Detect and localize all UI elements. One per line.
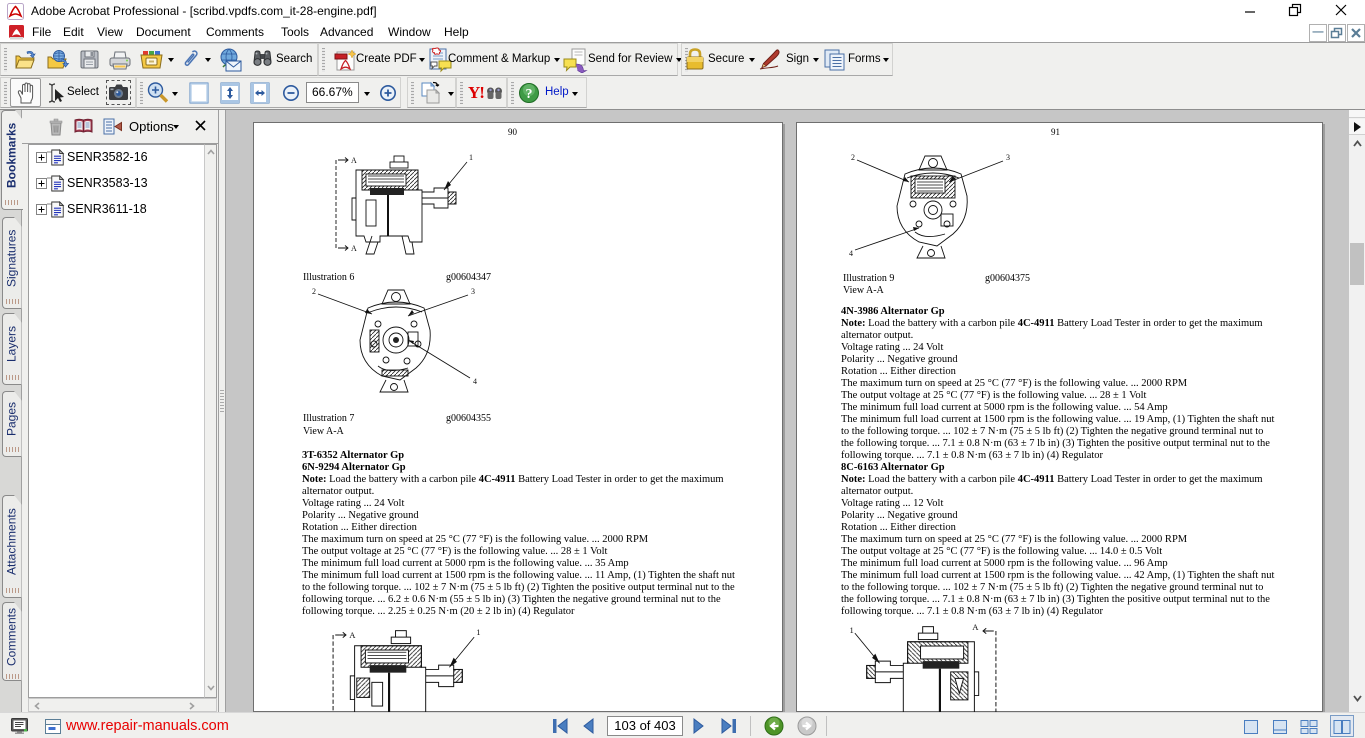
svg-text:A: A xyxy=(351,244,357,253)
svg-text:2: 2 xyxy=(312,287,316,296)
svg-text:?: ? xyxy=(526,87,533,102)
svg-text:1: 1 xyxy=(849,625,853,635)
svg-text:3: 3 xyxy=(471,287,475,296)
svg-text:2: 2 xyxy=(851,153,855,162)
svg-text:1: 1 xyxy=(476,627,480,637)
svg-text:A: A xyxy=(972,622,979,632)
svg-text:4: 4 xyxy=(849,249,853,258)
svg-text:A: A xyxy=(351,156,357,165)
svg-text:4: 4 xyxy=(473,377,477,386)
svg-text:A: A xyxy=(349,630,356,640)
svg-text:3: 3 xyxy=(1006,153,1010,162)
svg-text:1: 1 xyxy=(469,153,473,162)
